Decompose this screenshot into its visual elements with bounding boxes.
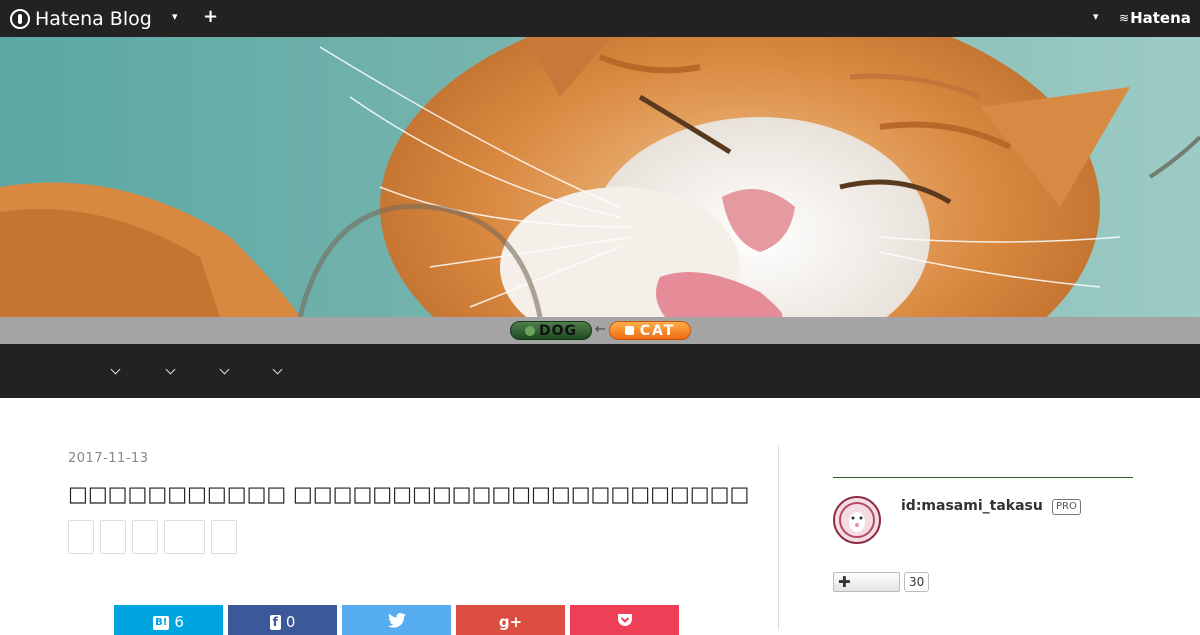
sidebar-accent-line [833,477,1133,478]
chevron-down-icon[interactable]: ▾ [172,10,178,23]
chevron-down-icon[interactable]: ▾ [1093,10,1099,23]
avatar-image [835,498,879,542]
entry-title[interactable]: □□□□□□□□□□□ □□□□□□□□□□□□□□□□□□□□□□□ [68,482,749,506]
dog-button[interactable]: DOG [510,321,592,340]
nav-item-2[interactable] [160,362,180,378]
global-header: Hatena Blog ▾ + ▾ ≋ Hatena [0,0,1200,37]
nav-item-3[interactable] [214,362,234,378]
pro-badge: PRO [1052,499,1081,515]
category-tag[interactable] [164,520,205,554]
twitter-icon [387,613,406,628]
twitter-share-button[interactable] [342,605,451,635]
entry-date[interactable]: 2017-11-13 [68,451,149,466]
dog-button-label: DOG [538,322,577,339]
hatena-text: Hatena [1130,9,1191,27]
user-id-link[interactable]: id:masami_takasu [901,498,1043,514]
chevron-down-icon [219,364,229,375]
nav-item-4[interactable] [267,362,287,378]
entry-categories [68,520,237,554]
avatar[interactable] [833,496,881,544]
new-post-button[interactable]: + [203,6,218,27]
cat-photo [0,37,1200,317]
pocket-icon [617,614,632,626]
dog-cat-switch-bar: DOG ← CAT [0,317,1200,344]
cat-button[interactable]: CAT [609,321,691,340]
cat-paw-icon [624,326,634,335]
category-tag[interactable] [132,520,158,554]
follower-count: 30 [904,572,930,592]
cat-button-label: CAT [639,322,676,339]
pocket-share-button[interactable] [570,605,679,635]
facebook-count: 0 [285,613,296,631]
hatena-bookmark-count: 6 [174,613,184,631]
nav-item-1[interactable] [105,362,125,378]
hatena-logo-icon: ≋ [1119,11,1129,25]
dog-paw-icon [524,325,535,336]
hatena-bookmark-button[interactable]: B! 6 [114,605,223,635]
header-image-cat[interactable] [0,37,1200,317]
logo-text: Hatena Blog [35,8,152,30]
share-buttons: B! 6 f 0 g+ [114,605,679,635]
hatena-link[interactable]: ≋ Hatena [1119,9,1191,27]
category-tag[interactable] [211,520,237,554]
column-divider [778,446,779,630]
category-nav [0,344,1200,398]
category-tag[interactable] [68,520,94,554]
chevron-down-icon [110,364,120,375]
googleplus-icon: g+ [498,613,523,631]
plus-icon: ✚ [838,573,851,591]
hatena-blog-logo[interactable]: Hatena Blog [10,8,152,30]
googleplus-share-button[interactable]: g+ [456,605,565,635]
arrow-left-icon: ← [595,322,606,337]
facebook-share-button[interactable]: f 0 [228,605,337,635]
facebook-icon: f [269,615,281,630]
chevron-down-icon [165,364,175,375]
hatena-bookmark-icon: B! [153,616,170,630]
chevron-down-icon [272,364,282,375]
hatena-blog-logo-icon [10,9,30,29]
category-tag[interactable] [100,520,126,554]
follow-button[interactable]: ✚ [833,572,900,592]
